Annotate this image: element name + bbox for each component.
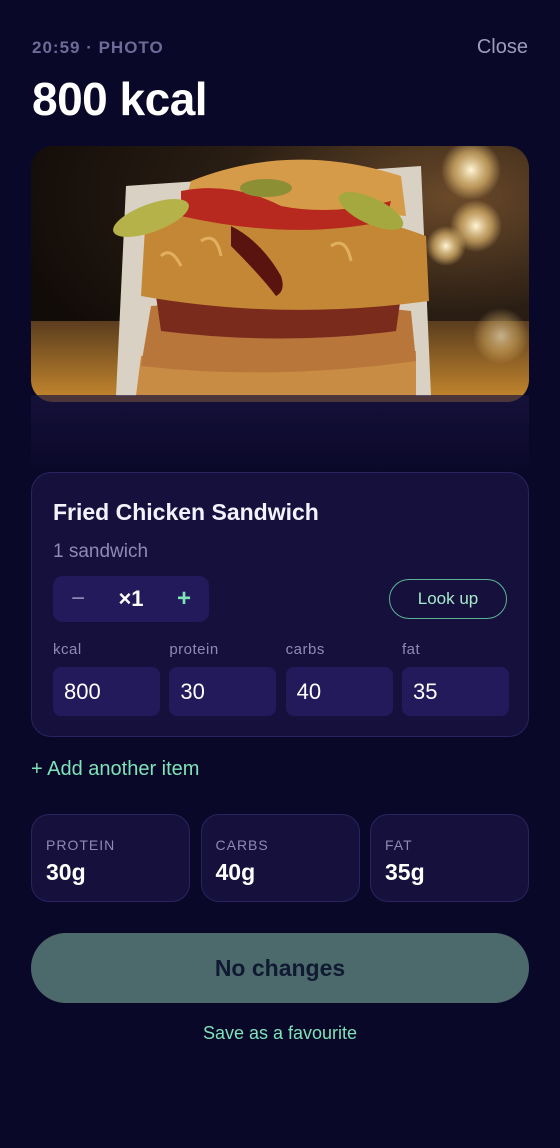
- quantity-stepper: − ×1 +: [53, 576, 209, 622]
- total-label: FAT: [385, 837, 413, 853]
- look-up-button[interactable]: Look up: [389, 579, 507, 619]
- sandwich-image: [31, 146, 529, 402]
- total-label: PROTEIN: [46, 837, 116, 853]
- total-value: 30g: [46, 859, 86, 885]
- no-changes-button[interactable]: No changes: [31, 933, 529, 1003]
- macro-label: fat: [401, 641, 421, 658]
- protein-input[interactable]: 30: [169, 667, 277, 716]
- save-favourite-link[interactable]: Save as a favourite: [0, 1023, 560, 1044]
- close-button[interactable]: Close: [477, 36, 528, 59]
- food-item-portion: 1 sandwich: [53, 541, 149, 562]
- macro-label: protein: [169, 641, 219, 658]
- quantity-value: ×1: [118, 586, 144, 611]
- increase-quantity-button[interactable]: +: [177, 587, 191, 611]
- food-item-card: Fried Chicken Sandwich 1 sandwich − ×1 +…: [31, 472, 529, 737]
- total-value: 35g: [385, 859, 425, 885]
- top-bar: 20:59 · PHOTO Close: [32, 36, 528, 59]
- total-carbs: CARBS 40g: [200, 814, 360, 902]
- total-label: CARBS: [215, 837, 269, 853]
- macro-protein: protein 30: [169, 641, 277, 716]
- macro-label: carbs: [285, 641, 325, 658]
- kcal-input[interactable]: 800: [53, 667, 160, 716]
- macro-kcal: kcal 800: [53, 641, 160, 716]
- carbs-input[interactable]: 40: [285, 667, 393, 716]
- macro-inputs: kcal 800 protein 30 carbs 40 fat 35: [53, 641, 509, 716]
- macro-carbs: carbs 40: [285, 641, 393, 716]
- calorie-title: 800 kcal: [32, 73, 208, 125]
- macro-totals: PROTEIN 30g CARBS 40g FAT 35g: [31, 814, 529, 902]
- photo-fade: [31, 395, 529, 475]
- meal-meta: 20:59 · PHOTO: [32, 37, 164, 57]
- decrease-quantity-button[interactable]: −: [71, 587, 85, 611]
- add-another-item-button[interactable]: + Add another item: [31, 758, 199, 781]
- total-value: 40g: [215, 859, 256, 885]
- meal-photo: [31, 146, 529, 402]
- food-item-name[interactable]: Fried Chicken Sandwich: [53, 499, 319, 526]
- total-protein: PROTEIN 30g: [31, 814, 190, 902]
- macro-fat: fat 35: [401, 641, 509, 716]
- fat-input[interactable]: 35: [401, 667, 509, 716]
- total-fat: FAT 35g: [370, 814, 529, 902]
- meal-detail-screen: 20:59 · PHOTO Close 800 kcal Fried Chick…: [0, 0, 560, 1148]
- macro-label: kcal: [53, 641, 82, 658]
